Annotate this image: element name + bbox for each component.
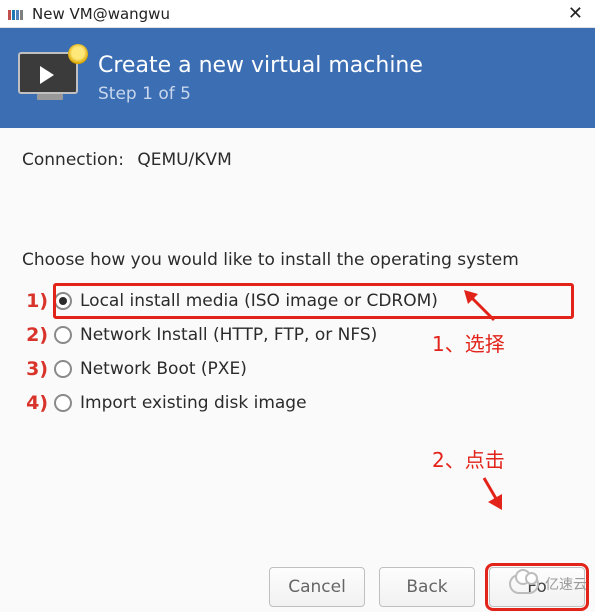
button-row: Cancel Back Fo (0, 562, 595, 612)
radio-icon[interactable] (54, 292, 72, 310)
header-subtitle: Step 1 of 5 (98, 84, 423, 104)
connection-row: Connection: QEMU/KVM (22, 150, 573, 170)
window-title: New VM@wangwu (32, 5, 564, 23)
option-import-disk[interactable]: 4) Import existing disk image (54, 386, 573, 420)
option-label: Network Boot (PXE) (80, 359, 247, 379)
annotation-number: 4) (22, 392, 48, 414)
window: New VM@wangwu ✕ Create a new virtual mac… (0, 0, 595, 612)
annotation-number: 1) (22, 290, 48, 312)
annotation-click: 2、点击 (432, 444, 505, 473)
close-icon[interactable]: ✕ (564, 5, 587, 23)
option-network-boot[interactable]: 3) Network Boot (PXE) (54, 352, 573, 386)
wizard-body: Connection: QEMU/KVM Choose how you woul… (0, 128, 595, 420)
arrow-icon (472, 472, 512, 512)
watermark-text: 亿速云 (545, 574, 587, 594)
header-banner: Create a new virtual machine Step 1 of 5 (0, 28, 595, 128)
radio-icon[interactable] (54, 360, 72, 378)
option-network-install[interactable]: 2) Network Install (HTTP, FTP, or NFS) (54, 318, 573, 352)
option-label: Network Install (HTTP, FTP, or NFS) (80, 325, 377, 345)
watermark: 亿速云 (509, 574, 587, 594)
annotation-number: 3) (22, 358, 48, 380)
radio-icon[interactable] (54, 326, 72, 344)
install-prompt: Choose how you would like to install the… (22, 250, 573, 270)
option-label: Local install media (ISO image or CDROM) (80, 291, 438, 311)
header-title: Create a new virtual machine (98, 53, 423, 78)
install-options: 1) Local install media (ISO image or CDR… (22, 284, 573, 420)
option-local-media[interactable]: 1) Local install media (ISO image or CDR… (54, 284, 573, 318)
cancel-button[interactable]: Cancel (269, 567, 365, 607)
connection-label: Connection: (22, 150, 124, 170)
option-label: Import existing disk image (80, 393, 307, 413)
radio-icon[interactable] (54, 394, 72, 412)
annotation-number: 2) (22, 324, 48, 346)
cloud-icon (509, 574, 539, 594)
titlebar: New VM@wangwu ✕ (0, 0, 595, 28)
connection-value: QEMU/KVM (137, 150, 231, 170)
app-icon (8, 7, 24, 21)
new-vm-icon (18, 52, 82, 104)
back-button[interactable]: Back (379, 567, 475, 607)
